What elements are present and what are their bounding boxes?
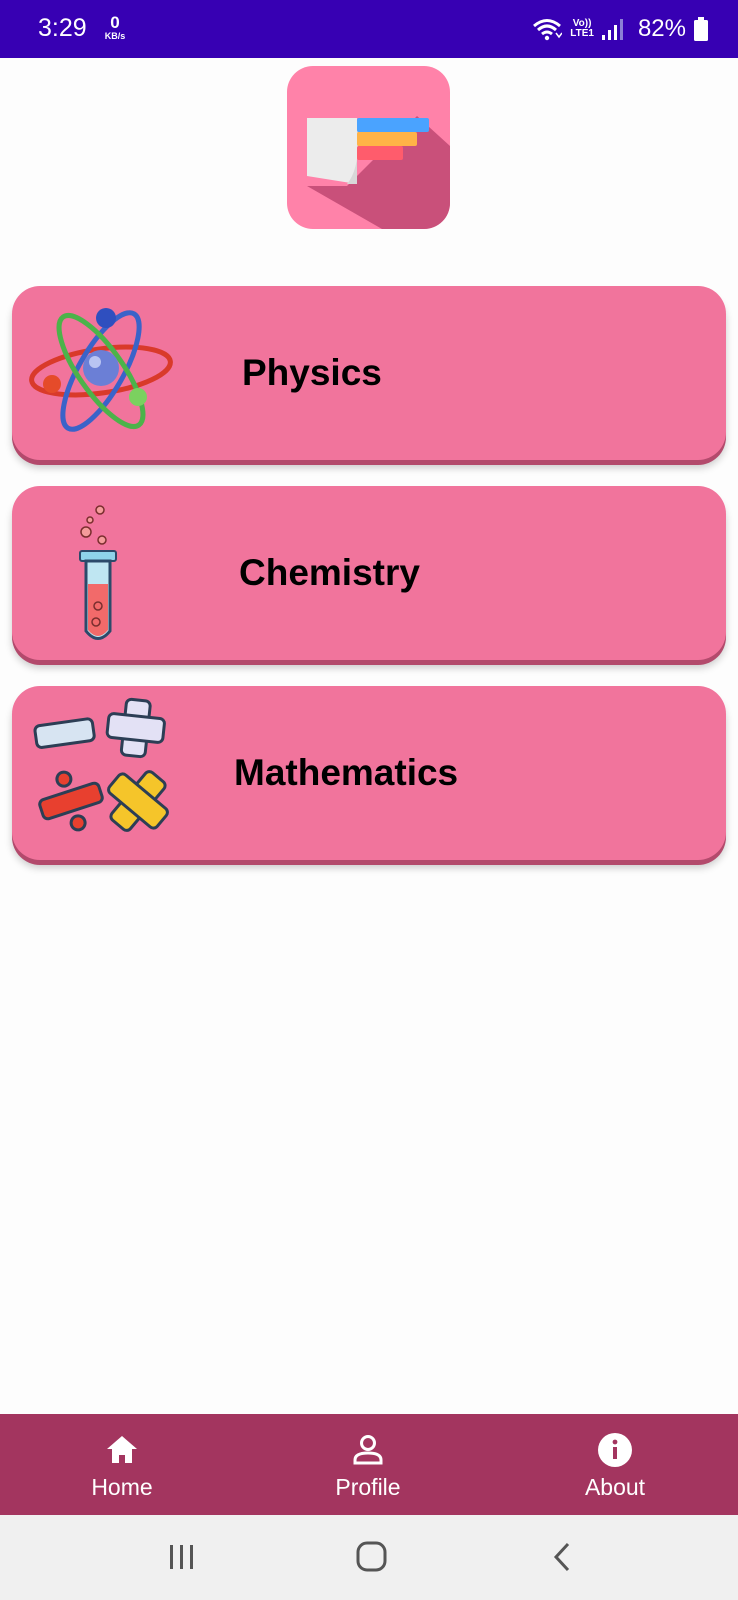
wifi-icon [533, 19, 563, 41]
network-speed-unit: KB/s [104, 31, 126, 41]
nav-label-about: About [584, 1474, 646, 1500]
info-icon [598, 1433, 632, 1467]
nav-item-profile[interactable]: Profile [288, 1414, 448, 1515]
subject-card-mathematics[interactable]: Mathematics [12, 686, 726, 860]
battery-icon [694, 17, 708, 41]
subject-label-chemistry: Chemistry [239, 552, 420, 593]
status-time: 3:29 [38, 14, 87, 42]
battery-percentage: 82% [637, 15, 686, 42]
math-symbols-icon [33, 697, 169, 832]
status-icons: Vo)) LTE1 82% [524, 12, 708, 46]
home-button[interactable] [352, 1537, 392, 1577]
nav-label-profile: Profile [335, 1474, 401, 1500]
network-speed: 0 KB/s [100, 14, 130, 41]
status-bar: 3:29 0 KB/s Vo)) LTE1 82% [0, 0, 738, 58]
subject-card-physics[interactable]: Physics [12, 286, 726, 460]
home-icon [107, 1436, 137, 1463]
subject-label-mathematics: Mathematics [234, 752, 459, 793]
nav-item-home[interactable]: Home [42, 1414, 202, 1515]
system-navigation-bar [0, 1515, 738, 1600]
subject-label-physics: Physics [242, 352, 382, 393]
network-speed-value: 0 [110, 13, 120, 32]
test-tube-icon [79, 505, 117, 640]
book-logo-icon [307, 116, 450, 229]
volte-bottom: LTE1 [570, 28, 594, 39]
back-button[interactable] [544, 1537, 584, 1577]
atom-icon [29, 308, 173, 432]
person-icon [353, 1435, 383, 1465]
app-logo [287, 66, 450, 229]
signal-icon [601, 19, 623, 40]
bottom-navigation: Home Profile About [0, 1414, 738, 1515]
subject-card-chemistry[interactable]: Chemistry [12, 486, 726, 660]
nav-label-home: Home [91, 1474, 153, 1500]
volte-indicator: Vo)) LTE1 [570, 19, 594, 39]
nav-item-about[interactable]: About [535, 1414, 695, 1515]
recents-button[interactable] [162, 1537, 202, 1577]
